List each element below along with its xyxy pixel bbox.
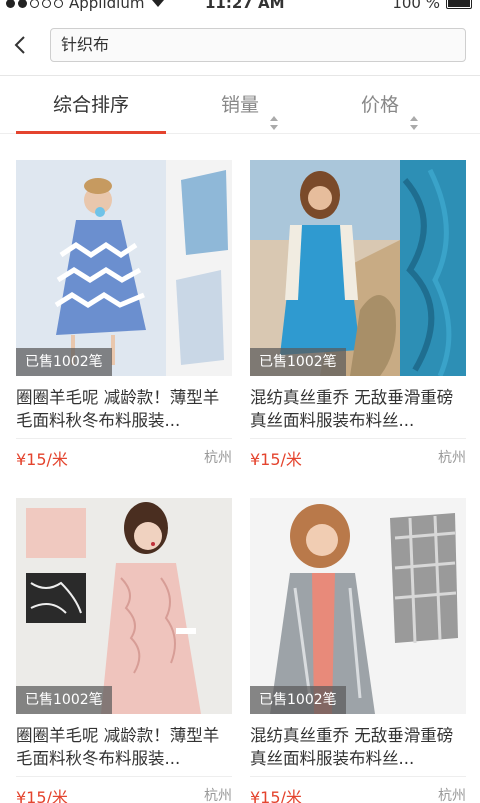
sold-count-badge: 已售1002笔 [16,348,112,376]
product-city: 杭州 [204,450,232,466]
model-in-pink-coat-image [16,498,232,714]
sort-arrows-icon [269,97,279,130]
model-in-zigzag-dress-image [16,160,232,376]
sold-count-badge: 已售1002笔 [250,348,346,376]
product-title: 混纺真丝重乔 无敌垂滑重磅真丝面料服装布料丝... [250,726,454,768]
sold-count-badge: 已售1002笔 [250,686,346,714]
product-price: ¥15/米 [16,788,68,803]
model-in-gray-jacket-image [250,498,466,714]
product-card[interactable]: 已售1002笔 混纺真丝重乔 无敌垂滑重磅真丝面料服装布料丝... ¥15/米 … [250,160,466,474]
back-button[interactable] [8,28,34,62]
product-title: 圈圈羊毛呢 减龄款！薄型羊毛面料秋冬布料服装... [16,388,220,430]
sort-tab-label: 综合排序 [52,94,129,116]
battery-area: 100 % [392,0,472,12]
product-card[interactable]: 已售1002笔 混纺真丝重乔 无敌垂滑重磅真丝面料服装布料丝... ¥15/米 … [250,498,466,803]
product-image[interactable]: 已售1002笔 [250,160,466,376]
product-city: 杭州 [438,788,466,803]
product-image[interactable]: 已售1002笔 [250,498,466,714]
sort-tab-price[interactable]: 价格 [345,76,435,134]
product-price: ¥15/米 [250,788,302,803]
product-card[interactable]: 已售1002笔 圈圈羊毛呢 减龄款！薄型羊毛面料秋冬布料服装... ¥15/米 … [16,160,232,474]
search-header: 针织布 [0,14,480,76]
carrier-name: Applidium [69,0,145,12]
carrier-area: Applidium [6,0,166,12]
product-meta: ¥15/米 杭州 [16,776,232,803]
status-time: 11:27 AM [205,0,285,12]
product-title: 混纺真丝重乔 无敌垂滑重磅真丝面料服装布料丝... [250,388,454,430]
sort-tab-sales[interactable]: 销量 [205,76,295,134]
product-image[interactable]: 已售1002笔 [16,498,232,714]
sold-count-badge: 已售1002笔 [16,686,112,714]
sort-tab-label: 价格 [360,94,399,116]
product-meta: ¥15/米 杭州 [250,438,466,474]
product-meta: ¥15/米 杭州 [16,438,232,474]
sort-arrows-icon [409,97,419,130]
product-card[interactable]: 已售1002笔 圈圈羊毛呢 减龄款！薄型羊毛面料秋冬布料服装... ¥15/米 … [16,498,232,803]
status-bar: Applidium 11:27 AM 100 % [0,0,480,14]
product-image[interactable]: 已售1002笔 [16,160,232,376]
product-price: ¥15/米 [250,450,302,469]
battery-percent: 100 % [392,0,440,12]
product-city: 杭州 [438,450,466,466]
signal-icon [6,0,63,8]
search-input[interactable]: 针织布 [50,28,466,62]
sort-tab-label: 销量 [220,94,259,116]
product-city: 杭州 [204,788,232,803]
product-meta: ¥15/米 杭州 [250,776,466,803]
product-title: 圈圈羊毛呢 减龄款！薄型羊毛面料秋冬布料服装... [16,726,220,768]
product-grid: 已售1002笔 圈圈羊毛呢 减龄款！薄型羊毛面料秋冬布料服装... ¥15/米 … [0,134,480,803]
product-price: ¥15/米 [16,450,68,469]
model-in-blue-dress-image [250,160,466,376]
wifi-icon [150,0,166,12]
battery-icon [446,0,472,9]
chevron-left-icon [14,36,25,54]
sort-bar: 综合排序 销量 价格 [0,76,480,134]
sort-tab-comprehensive[interactable]: 综合排序 [16,76,166,134]
